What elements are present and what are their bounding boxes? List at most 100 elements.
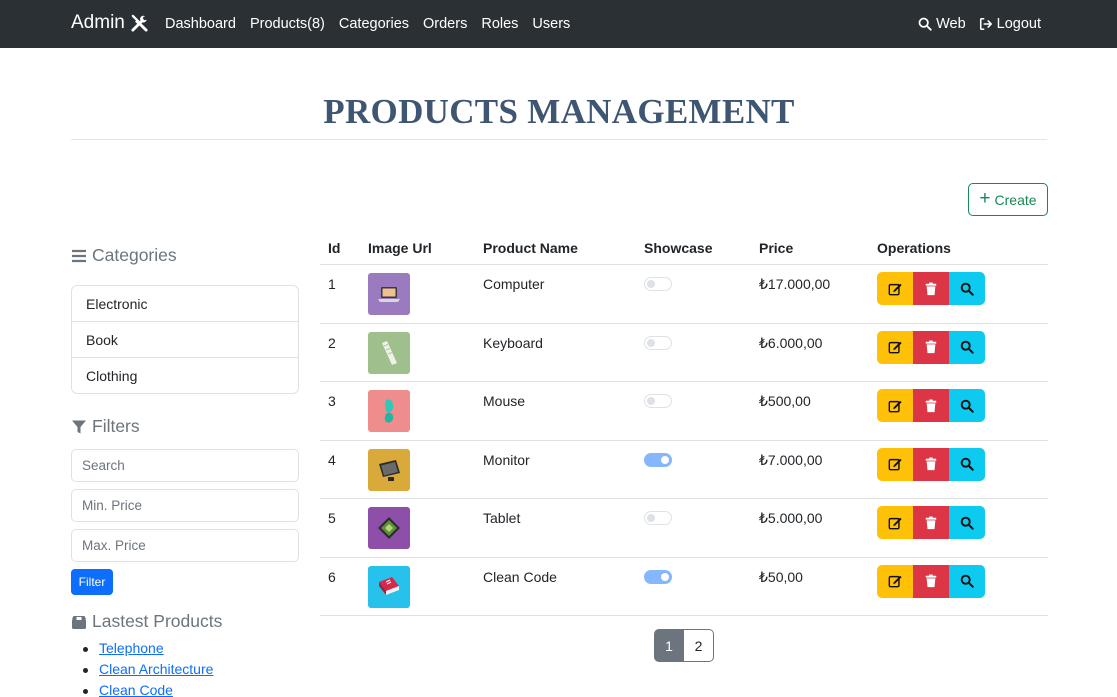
nav-products[interactable]: Products(8)	[250, 16, 325, 32]
brand[interactable]: Admin	[71, 12, 149, 34]
view-button[interactable]	[949, 447, 985, 481]
toggle-knob	[647, 397, 655, 405]
product-price: ₺6.000,00	[759, 334, 823, 351]
product-thumbnail	[368, 331, 410, 374]
delete-button[interactable]	[913, 272, 949, 305]
category-item-clothing[interactable]: Clothing	[72, 358, 298, 393]
product-id: 3	[328, 393, 336, 409]
product-id: 6	[328, 568, 336, 585]
edit-button[interactable]	[877, 506, 913, 539]
edit-icon	[888, 341, 902, 354]
edit-icon	[888, 517, 902, 529]
product-name: Mouse	[483, 393, 526, 409]
showcase-toggle[interactable]	[644, 335, 672, 350]
showcase-toggle[interactable]	[644, 569, 672, 584]
create-label: Create	[994, 191, 1037, 208]
toggle-knob	[647, 514, 655, 522]
list-item: Clean Architecture	[82, 661, 213, 682]
header-showcase: Showcase	[644, 240, 713, 256]
nav-roles[interactable]: Roles	[481, 16, 518, 32]
table-row: 5 Tablet ₺5.000,00	[320, 499, 1048, 558]
laptop-icon	[378, 287, 400, 302]
showcase-toggle[interactable]	[644, 452, 672, 467]
product-thumbnail	[368, 507, 410, 549]
nav-logout[interactable]: Logout	[979, 16, 1041, 32]
search-icon	[960, 340, 974, 354]
box-icon	[72, 615, 86, 629]
filters-heading-label: Filters	[92, 416, 140, 436]
max-price-input[interactable]	[71, 529, 299, 562]
toggle-knob	[647, 280, 655, 288]
latest-product-link[interactable]: Clean Architecture	[99, 661, 213, 677]
showcase-toggle[interactable]	[644, 394, 672, 408]
product-name: Keyboard	[483, 334, 543, 351]
delete-button[interactable]	[913, 447, 949, 481]
delete-button[interactable]	[913, 389, 949, 422]
search-icon	[960, 574, 974, 588]
search-input[interactable]	[71, 449, 299, 482]
table-header: Id Image Url Product Name Showcase Price…	[320, 231, 1048, 265]
edit-icon	[888, 575, 902, 588]
delete-button[interactable]	[913, 506, 949, 539]
filter-button[interactable]: Filter	[71, 569, 113, 595]
product-name: Monitor	[483, 451, 530, 468]
delete-button[interactable]	[913, 330, 949, 364]
edit-button[interactable]	[877, 389, 913, 422]
toggle-knob	[661, 455, 669, 464]
create-button[interactable]: + Create	[968, 183, 1048, 216]
page-1-button[interactable]: 1	[654, 629, 684, 662]
showcase-toggle[interactable]	[644, 277, 672, 291]
tablet-icon	[378, 517, 400, 539]
showcase-toggle[interactable]	[644, 511, 672, 525]
edit-icon	[888, 400, 902, 412]
header-product-name: Product Name	[483, 240, 578, 256]
page-2-button[interactable]: 2	[684, 629, 714, 662]
table-row: 6 Clean Code ₺50,00	[320, 558, 1048, 616]
delete-button[interactable]	[913, 564, 949, 598]
nav-dashboard[interactable]: Dashboard	[165, 16, 236, 32]
edit-button[interactable]	[877, 272, 913, 305]
products-table: Id Image Url Product Name Showcase Price…	[320, 231, 1048, 616]
search-icon	[960, 399, 974, 413]
latest-product-link[interactable]: Telephone	[99, 640, 164, 656]
filter-icon	[72, 420, 86, 433]
category-item-electronic[interactable]: Electronic	[72, 286, 298, 322]
operations-group	[877, 506, 985, 539]
edit-button[interactable]	[877, 447, 913, 481]
view-button[interactable]	[949, 272, 985, 305]
trash-icon	[925, 516, 937, 529]
nav-orders[interactable]: Orders	[423, 16, 467, 32]
nav-categories[interactable]: Categories	[339, 16, 409, 32]
product-id: 1	[328, 276, 336, 292]
product-thumbnail	[368, 390, 410, 432]
list-item: Telephone	[82, 640, 213, 661]
operations-group	[877, 330, 985, 364]
top-navbar: Admin Dashboard Products(8) Categories O…	[0, 0, 1117, 48]
latest-products-heading: Lastest Products	[71, 611, 222, 632]
product-id: 5	[328, 510, 336, 526]
min-price-input[interactable]	[71, 489, 299, 522]
category-item-book[interactable]: Book	[72, 322, 298, 358]
product-thumbnail	[368, 448, 410, 491]
product-price: ₺7.000,00	[759, 451, 823, 468]
header-image-url: Image Url	[368, 240, 432, 256]
logout-icon	[979, 17, 992, 31]
edit-icon	[888, 283, 902, 295]
latest-products-heading-label: Lastest Products	[92, 611, 223, 631]
edit-button[interactable]	[877, 564, 913, 598]
view-button[interactable]	[949, 389, 985, 422]
product-price: ₺17.000,00	[759, 276, 831, 292]
view-button[interactable]	[949, 330, 985, 364]
header-price: Price	[759, 240, 794, 256]
table-row: 1 Computer ₺17.000,00	[320, 265, 1048, 324]
nav-users[interactable]: Users	[532, 16, 570, 32]
product-price: ₺5.000,00	[759, 510, 823, 526]
latest-product-link[interactable]: Clean Code	[99, 682, 173, 697]
list-icon	[72, 249, 86, 262]
mouse-icon	[384, 399, 394, 423]
view-button[interactable]	[949, 506, 985, 539]
edit-button[interactable]	[877, 330, 913, 364]
latest-products-list: Telephone Clean Architecture Clean Code	[82, 640, 213, 697]
nav-web[interactable]: Web	[918, 16, 966, 32]
view-button[interactable]	[949, 564, 985, 598]
